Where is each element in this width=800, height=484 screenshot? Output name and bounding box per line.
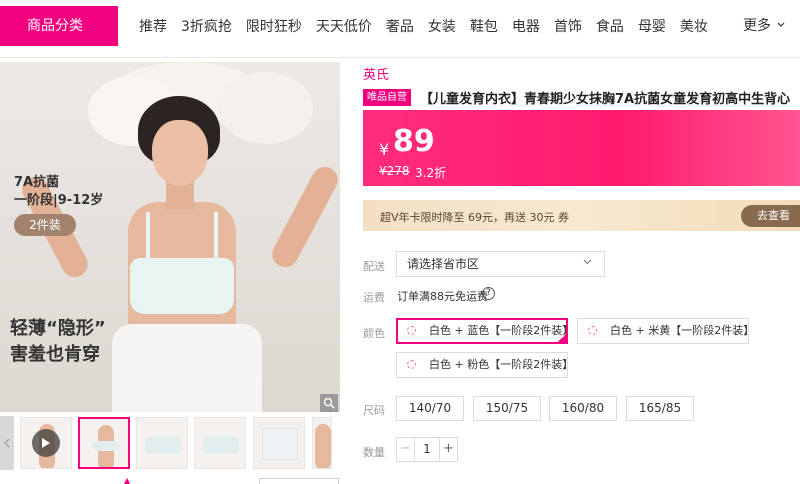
thumb-garment [145, 436, 181, 454]
chevron-down-icon [778, 22, 785, 27]
color-label: 颜色 [363, 327, 385, 340]
thumb-package [262, 428, 298, 460]
nav-more-label: 更多 [743, 18, 771, 34]
chevron-down-icon [583, 252, 592, 276]
nav-item-womens[interactable]: 女装 [428, 16, 456, 36]
swatch-thumb-icon [407, 326, 416, 335]
hero-tag-age-range: 一阶段|9-12岁 [14, 193, 104, 208]
size-option-140[interactable]: 140/70 [396, 396, 464, 421]
size-option-150[interactable]: 150/75 [473, 396, 541, 421]
nav-item-luxury[interactable]: 奢品 [386, 16, 414, 36]
thumb-garment [92, 441, 120, 451]
nav-more-menu[interactable]: 更多 [743, 6, 785, 46]
thumb-prev-button[interactable] [0, 416, 14, 470]
caret-up-icon: ▲ [124, 476, 131, 484]
hero-tag-antibacterial: 7A抗菌 [14, 175, 60, 190]
nav-item-beauty[interactable]: 美妆 [680, 16, 708, 36]
thumb-garment [203, 436, 239, 454]
size-option-165[interactable]: 165/85 [626, 396, 694, 421]
hero-slogan-line2: 害羞也肯穿 [10, 344, 100, 365]
below-fold-control [259, 478, 339, 484]
self-operated-badge: 唯品自营 [363, 88, 411, 106]
selected-check-icon: ✓ [556, 332, 568, 344]
nav-item-limited-seckill[interactable]: 限时狂秒 [246, 16, 302, 36]
play-icon[interactable] [32, 429, 60, 457]
quantity-increase-button[interactable]: + [439, 438, 457, 461]
nav-item-jewelry[interactable]: 首饰 [554, 16, 582, 36]
size-option-160[interactable]: 160/80 [549, 396, 617, 421]
pillow-prop [218, 72, 313, 144]
nav-item-recommend[interactable]: 推荐 [139, 16, 167, 36]
model-skirt [112, 324, 262, 412]
swatch-thumb-icon [407, 360, 416, 369]
thumbnail-strip [0, 416, 340, 472]
vip-view-label: 去查看 [757, 209, 790, 222]
price-panel: ¥ 89 ¥278 3.2折 [363, 110, 800, 186]
thumbnail-main[interactable] [78, 417, 130, 469]
delivery-label: 配送 [363, 260, 385, 273]
shipping-text: 订单满88元免运费 [397, 290, 488, 303]
hero-slogan-line1: 轻薄“隐形” [10, 318, 106, 339]
original-price: ¥278 [379, 164, 410, 178]
product-title: 【儿童发育内衣】青春期少女抹胸7A抗菌女童发育初高中生背心 [420, 91, 791, 107]
magnifier-icon[interactable] [320, 394, 338, 412]
hero-pack-pill: 2件装 [14, 214, 76, 236]
thumbnail-partial[interactable] [312, 417, 332, 469]
nav-item-daily-low[interactable]: 天天低价 [316, 16, 372, 36]
model-arm [267, 162, 340, 272]
region-select[interactable]: 请选择省市区 [396, 251, 605, 277]
swatch-thumb-icon [588, 326, 597, 335]
garment-strap [146, 212, 150, 262]
size-label: 尺码 [363, 404, 385, 417]
nav-item-food[interactable]: 食品 [596, 16, 624, 36]
category-menu-button[interactable]: 商品分类 [0, 6, 118, 46]
model-face [152, 120, 208, 186]
thumbnail-package[interactable] [253, 417, 305, 469]
quantity-decrease-button[interactable]: − [397, 438, 415, 461]
sale-price: 89 [393, 124, 435, 159]
price-currency: ¥ [379, 140, 390, 159]
thumbnail-video[interactable] [20, 417, 72, 469]
thumb-figure [315, 424, 331, 468]
garment-top [130, 258, 234, 314]
nav-item-shoes-bags[interactable]: 鞋包 [470, 16, 498, 36]
color-option-white-beige[interactable]: 白色 + 米黄【一阶段2件装】 [577, 318, 754, 344]
garment-strap [214, 212, 218, 262]
color-option-label: 白色 + 粉色【一阶段2件装】 [429, 358, 574, 371]
thumbnail-product[interactable] [136, 417, 188, 469]
nav-item-baby[interactable]: 母婴 [638, 16, 666, 36]
nav-items: 推荐 3折疯抢 限时狂秒 天天低价 奢品 女装 鞋包 电器 首饰 食品 母婴 美… [132, 6, 715, 46]
color-option-label: 白色 + 米黄【一阶段2件装】 [610, 324, 755, 337]
help-question-icon[interactable]: ? [482, 287, 495, 300]
brand-link[interactable]: 英氏 [363, 64, 389, 83]
vip-promo-banner: 超V年卡限时降至 69元，再送 30元 券 去查看 [363, 200, 800, 231]
quantity-label: 数量 [363, 446, 385, 459]
quantity-input[interactable]: 1 [415, 438, 439, 461]
discount-rate: 3.2折 [415, 166, 447, 180]
quantity-stepper: − 1 + [396, 437, 458, 462]
region-select-value: 请选择省市区 [407, 257, 480, 271]
shipping-label: 运费 [363, 291, 385, 304]
chevron-left-icon [4, 438, 10, 448]
main-product-image[interactable]: 7A抗菌 一阶段|9-12岁 2件装 轻薄“隐形” 害羞也肯穿 [0, 62, 340, 412]
product-title-row: 唯品自营 【儿童发育内衣】青春期少女抹胸7A抗菌女童发育初高中生背心 [363, 87, 800, 107]
nav-item-appliances[interactable]: 电器 [512, 16, 540, 36]
top-nav: 商品分类 推荐 3折疯抢 限时狂秒 天天低价 奢品 女装 鞋包 电器 首饰 食品… [0, 0, 800, 58]
thumbnail-product[interactable] [194, 417, 246, 469]
vip-promo-text: 超V年卡限时降至 69元，再送 30元 券 [380, 211, 570, 224]
color-option-white-blue[interactable]: 白色 + 蓝色【一阶段2件装】 ✓ [396, 318, 573, 344]
color-option-white-pink[interactable]: 白色 + 粉色【一阶段2件装】 [396, 352, 573, 378]
nav-item-flash-30[interactable]: 3折疯抢 [181, 16, 232, 36]
color-option-label: 白色 + 蓝色【一阶段2件装】 [429, 324, 574, 337]
vip-view-button[interactable]: 去查看 [741, 205, 800, 227]
